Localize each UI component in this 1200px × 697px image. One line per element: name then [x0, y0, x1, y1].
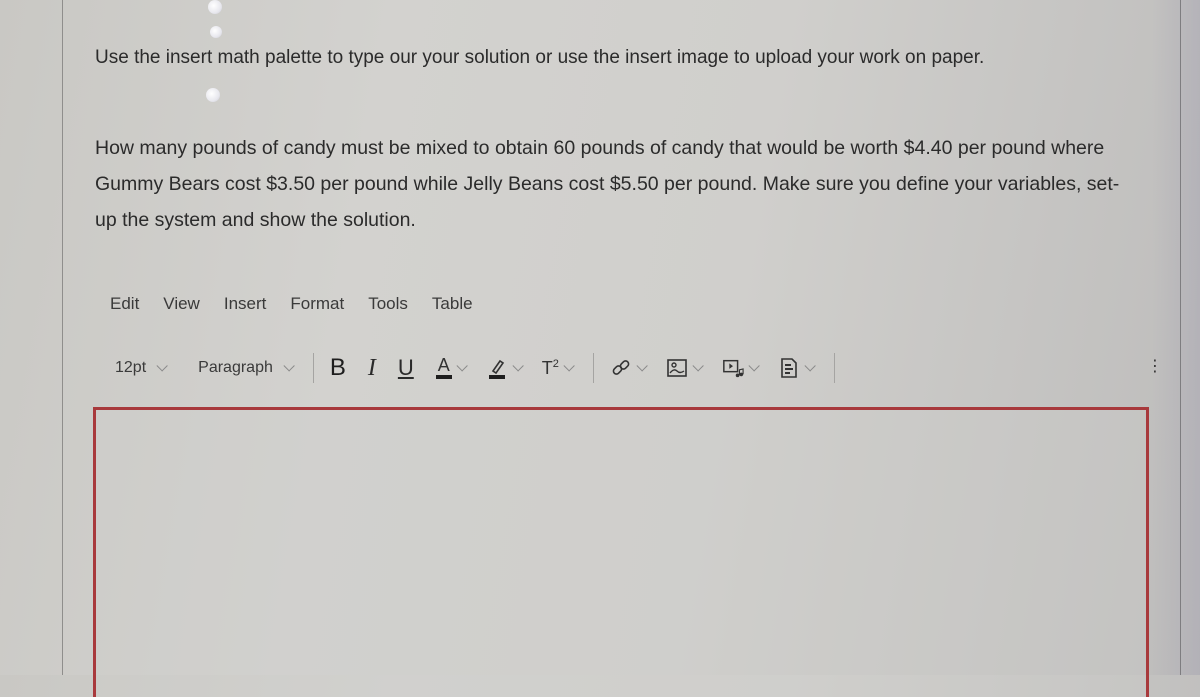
link-button[interactable] — [610, 357, 648, 379]
superscript-mark: 2 — [552, 357, 559, 370]
toolbar-divider — [312, 353, 314, 383]
menu-insert[interactable]: Insert — [224, 294, 267, 314]
menu-table[interactable]: Table — [432, 294, 473, 314]
bold-button[interactable]: B — [330, 354, 346, 382]
editor-menubar: Edit View Insert Format Tools Table — [110, 294, 497, 314]
glare-spot — [206, 88, 220, 102]
highlighter-icon — [486, 357, 508, 379]
font-size-value: 12pt — [115, 359, 147, 376]
editor-content[interactable] — [96, 410, 1146, 697]
rich-text-editor[interactable] — [93, 407, 1149, 697]
menu-format[interactable]: Format — [290, 294, 344, 314]
toolbar-divider — [833, 353, 835, 383]
chevron-down-icon — [748, 360, 760, 372]
question-text: How many pounds of candy must be mixed t… — [95, 137, 1120, 231]
instructions-text: Use the insert math palette to type our … — [95, 47, 985, 68]
chevron-down-icon — [636, 360, 648, 372]
editor-toolbar: 12pt Paragraph B I U A T2 — [115, 352, 1155, 384]
chevron-down-icon — [512, 360, 524, 372]
font-size-select[interactable]: 12pt — [115, 359, 168, 377]
text-color-icon: A — [435, 355, 452, 379]
chevron-down-icon — [692, 360, 704, 372]
chevron-down-icon — [156, 360, 168, 372]
panel-left-border — [62, 0, 63, 675]
text-color-swatch — [435, 375, 452, 379]
glare-spot — [210, 26, 222, 38]
chevron-down-icon — [456, 360, 468, 372]
media-icon — [722, 357, 744, 379]
panel-right-border — [1180, 0, 1181, 675]
underline-icon: U — [397, 355, 414, 380]
chevron-down-icon — [283, 360, 295, 372]
italic-icon: I — [367, 354, 376, 381]
glare-spot — [208, 0, 222, 14]
more-vertical-icon[interactable]: ⋮ — [1147, 359, 1163, 375]
menu-edit[interactable]: Edit — [110, 294, 139, 314]
right-shade — [1152, 0, 1200, 675]
italic-button[interactable]: I — [368, 355, 376, 382]
media-button[interactable] — [722, 357, 760, 379]
text-color-letter: A — [437, 355, 450, 375]
superscript-letter: T — [541, 357, 553, 378]
chevron-down-icon — [804, 360, 816, 372]
highlight-color-button[interactable] — [486, 357, 524, 379]
superscript-icon: T2 — [542, 358, 559, 379]
block-format-select[interactable]: Paragraph — [198, 359, 295, 377]
bold-icon: B — [329, 354, 346, 381]
image-button[interactable] — [666, 357, 704, 379]
underline-button[interactable]: U — [398, 355, 414, 381]
block-format-value: Paragraph — [198, 359, 273, 376]
document-icon — [778, 357, 800, 379]
toolbar-divider — [592, 353, 594, 383]
menu-view[interactable]: View — [163, 294, 200, 314]
document-button[interactable] — [778, 357, 816, 379]
superscript-button[interactable]: T2 — [542, 358, 575, 379]
text-color-button[interactable]: A — [435, 355, 468, 379]
menu-tools[interactable]: Tools — [368, 294, 408, 314]
image-icon — [666, 357, 688, 379]
link-icon — [610, 357, 632, 379]
chevron-down-icon — [563, 360, 575, 372]
